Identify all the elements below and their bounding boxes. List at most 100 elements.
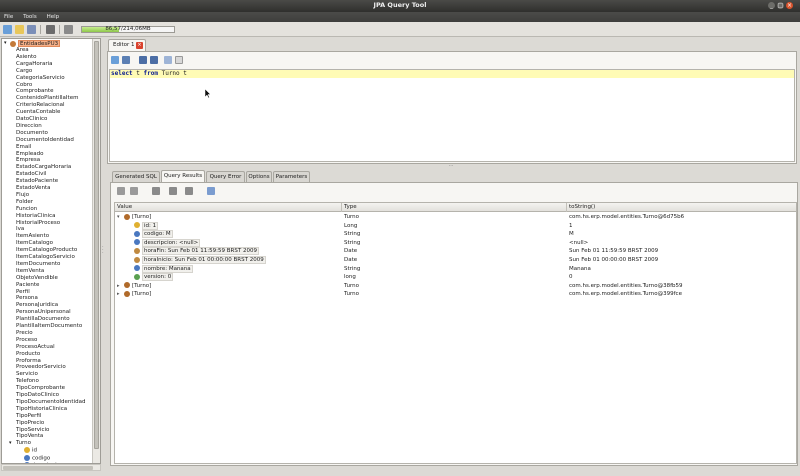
tree-item-label: Area	[16, 47, 29, 53]
tree-item-label: ProveedorServicio	[16, 364, 66, 371]
tree-root[interactable]: ▾ EntidadesPU3	[4, 40, 92, 47]
tree-item-label: HistorialProceso	[16, 219, 61, 226]
export-icon[interactable]	[207, 187, 215, 195]
tab-parameters[interactable]: Parameters	[273, 171, 310, 182]
garbage-collect-icon[interactable]	[64, 25, 73, 34]
run-all-icon[interactable]	[122, 56, 130, 64]
tab-options[interactable]: Options	[246, 171, 272, 182]
table-row[interactable]: descripcion: <null> String <null>	[115, 238, 796, 248]
value-text: horaInicio: Sun Feb 01 00:00:00 BRST 200…	[142, 256, 266, 264]
table-row[interactable]: id: 1 Long 1	[115, 221, 796, 231]
vertical-split-handle[interactable]: · · ·	[102, 245, 105, 256]
collapse-arrow-icon[interactable]: ▾	[117, 213, 120, 222]
tree-item-label: EstadoCargaHoraria	[16, 164, 72, 171]
table-row[interactable]: codigo: M String M	[115, 230, 796, 239]
tab-query-error[interactable]: Query Error	[206, 171, 245, 182]
field-icon	[134, 256, 140, 263]
tree-vertical-scrollbar[interactable]	[92, 39, 100, 463]
redo-icon[interactable]	[150, 56, 158, 64]
cell-value: nombre: Manana	[134, 264, 193, 274]
scrollbar-thumb[interactable]	[94, 41, 99, 449]
open-folder-icon[interactable]	[15, 25, 24, 34]
cell-tostring: M	[569, 231, 574, 238]
cell-value: [Turno]	[124, 282, 151, 291]
tree-field-item[interactable]: id	[24, 447, 37, 455]
column-header-type[interactable]: Type	[342, 203, 567, 212]
cell-tostring: com.hs.erp.model.entities.Turno@399fce	[569, 291, 682, 298]
minimize-button[interactable]: _	[768, 2, 775, 9]
collapse-all-icon[interactable]	[130, 187, 138, 195]
column-header-tostring[interactable]: toString()	[567, 203, 796, 212]
cell-tostring: com.hs.erp.model.entities.Turno@6d75b6	[569, 214, 685, 220]
table-row[interactable]: version: 0 long 0	[115, 273, 796, 282]
tree-item-label: PersonaJuridica	[16, 302, 59, 309]
table-row[interactable]: horaInicio: Sun Feb 01 00:00:00 BRST 200…	[115, 256, 796, 265]
entity-tree[interactable]: ▾ EntidadesPU3 Area Asiento CargaHoraria Ca…	[2, 39, 93, 463]
scrollbar-thumb[interactable]	[3, 466, 93, 470]
horizontal-split-handle[interactable]: ···	[446, 164, 456, 169]
expand-arrow-icon[interactable]: ▾	[4, 40, 7, 47]
tree-item-label: Direccion	[16, 122, 42, 129]
tree-field-item[interactable]: codigo	[24, 454, 50, 463]
menu-help[interactable]: Help	[47, 12, 60, 22]
query-editor[interactable]: select t from Turno t	[109, 69, 795, 162]
tab-query-results[interactable]: Query Results	[161, 170, 205, 182]
next-page-icon[interactable]	[185, 187, 193, 195]
cell-type: Turno	[344, 282, 360, 289]
close-tab-icon[interactable]: ×	[136, 42, 143, 49]
first-page-icon[interactable]	[152, 187, 160, 195]
cell-type: String	[344, 265, 361, 272]
expand-arrow-icon[interactable]: ▸	[117, 290, 120, 299]
cell-type: long	[344, 274, 356, 281]
value-text: [Turno]	[132, 291, 152, 298]
tree-field-item[interactable]: descripcion	[24, 462, 63, 463]
tree-item-label: Empleado	[16, 150, 44, 157]
table-row[interactable]: ▾ [Turno] Turno com.hs.erp.model.entities.T…	[115, 213, 796, 222]
expand-all-icon[interactable]	[117, 187, 125, 195]
new-file-icon[interactable]	[3, 25, 12, 34]
save-icon[interactable]	[27, 25, 36, 34]
tree-item-label: Telefono	[16, 378, 39, 385]
menu-file[interactable]: File	[4, 12, 13, 22]
menu-tools[interactable]: Tools	[23, 12, 37, 22]
cell-value: descripcion: <null>	[134, 238, 201, 248]
table-row[interactable]: ▸ [Turno] Turno com.hs.erp.model.entities.T…	[115, 282, 796, 291]
value-text: [Turno]	[132, 282, 152, 289]
tree-item-label: TipoVenta	[16, 433, 44, 440]
tree-horizontal-scrollbar[interactable]	[1, 464, 101, 471]
tab-generated-sql[interactable]: Generated SQL	[112, 171, 160, 182]
paste-icon[interactable]	[175, 56, 183, 64]
results-panel: Generated SQL Query Results Query Error Opt…	[110, 170, 798, 466]
tree-item-label: Folder	[16, 198, 33, 205]
print-icon[interactable]	[46, 25, 55, 34]
column-header-value[interactable]: Value	[115, 203, 342, 212]
undo-icon[interactable]	[139, 56, 147, 64]
value-text: [Turno]	[132, 214, 152, 220]
table-row[interactable]: horaFin: Sun Feb 01 11:59:59 BRST 2009 Da…	[115, 247, 796, 256]
key-icon	[24, 447, 30, 454]
run-query-icon[interactable]	[111, 56, 119, 64]
query-line[interactable]: select t from Turno t	[110, 70, 794, 78]
cell-type: Date	[344, 248, 358, 255]
copy-icon[interactable]	[164, 56, 172, 64]
cell-value: codigo: M	[134, 230, 173, 239]
tree-item-label: Cargo	[16, 67, 33, 74]
tree-item-label: CategoriaServicio	[16, 74, 65, 81]
value-text: horaFin: Sun Feb 01 11:59:59 BRST 2009	[142, 247, 259, 256]
tree-item-label: Cobro	[16, 81, 33, 88]
close-window-button[interactable]: ×	[786, 2, 793, 9]
field-icon	[134, 247, 140, 254]
tree-item-label: PlantillaItemDocumento	[16, 323, 83, 329]
expand-arrow-icon[interactable]: ▸	[117, 282, 120, 291]
tree-item-label: ItemAsiento	[16, 233, 50, 240]
results-table[interactable]: Value Type toString() ▾ [Turno] Turno com.h…	[114, 202, 797, 464]
cell-type: Long	[344, 222, 358, 229]
maximize-button[interactable]: □	[777, 2, 784, 9]
expand-arrow-icon[interactable]: ▾	[9, 440, 12, 447]
table-row[interactable]: nombre: Manana String Manana	[115, 264, 796, 274]
tree-item-label: TipoPrecio	[16, 419, 45, 426]
title-bar: JPA Query Tool _ □ ×	[0, 0, 800, 12]
editor-tab[interactable]: Editor 1 ×	[108, 39, 146, 51]
previous-page-icon[interactable]	[169, 187, 177, 195]
table-row[interactable]: ▸ [Turno] Turno com.hs.erp.model.entities.T…	[115, 290, 796, 299]
